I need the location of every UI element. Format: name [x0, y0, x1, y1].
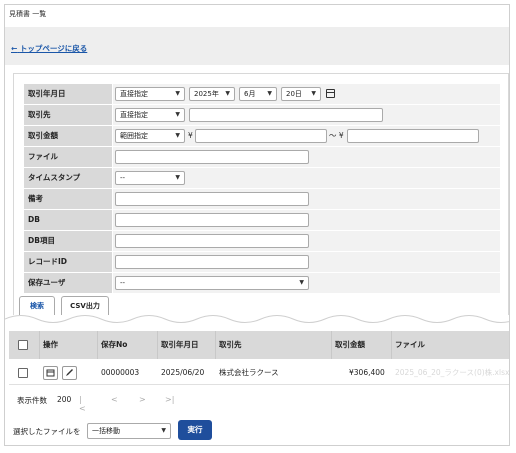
file-input[interactable]	[115, 150, 309, 164]
yen-symbol: ¥	[188, 131, 193, 140]
page-size-value[interactable]: 200	[57, 395, 71, 404]
amount-from-input[interactable]	[195, 129, 327, 143]
form-label: レコードID	[24, 252, 112, 272]
edit-button[interactable]	[62, 366, 77, 380]
caret-down-icon: ▼	[175, 174, 180, 181]
form-row-record-id: レコードID	[24, 252, 500, 272]
view-button[interactable]	[43, 366, 58, 380]
form-label: DB	[24, 210, 112, 230]
user-select[interactable]: -- ▼	[115, 276, 309, 290]
caret-down-icon: ▼	[311, 90, 316, 97]
app-frame: 見積書 一覧 ← トップページに戻る 取引年月日 直接指定 ▼ 2025年 ▼ 6月…	[4, 4, 510, 446]
column-header[interactable]: 取引先	[219, 331, 242, 359]
section-divider	[5, 315, 509, 333]
form-row-partner: 取引先 直接指定 ▼	[24, 105, 500, 125]
caret-down-icon: ▼	[161, 427, 166, 434]
date-mode-select[interactable]: 直接指定 ▼	[115, 87, 185, 101]
month-select[interactable]: 6月 ▼	[239, 87, 277, 101]
tilde-yen: 〜 ¥	[329, 131, 344, 140]
record-id-input[interactable]	[115, 255, 309, 269]
pencil-icon	[66, 369, 73, 376]
bulk-action-label: 選択したファイルを	[13, 427, 81, 436]
column-header[interactable]: ファイル	[395, 331, 425, 359]
form-cell: 範囲指定 ▼ ¥ 〜 ¥	[113, 126, 500, 146]
caret-down-icon: ▼	[175, 132, 180, 139]
caret-down-icon: ▼	[175, 111, 180, 118]
form-label: ファイル	[24, 147, 112, 167]
next-page-button[interactable]: >	[139, 395, 146, 404]
prev-page-button[interactable]: <	[111, 395, 118, 404]
form-cell	[113, 210, 500, 230]
form-row-note: 備考	[24, 189, 500, 209]
form-cell: 直接指定 ▼ 2025年 ▼ 6月 ▼ 20日 ▼	[113, 84, 500, 104]
form-label: 取引金額	[24, 126, 112, 146]
column-header: 操作	[43, 340, 58, 349]
db-input[interactable]	[115, 213, 309, 227]
note-input[interactable]	[115, 192, 309, 206]
form-row-date: 取引年月日 直接指定 ▼ 2025年 ▼ 6月 ▼ 20日 ▼	[24, 84, 500, 104]
back-band: ← トップページに戻る	[5, 27, 509, 65]
calendar-icon	[46, 369, 55, 377]
select-all-checkbox[interactable]	[18, 340, 28, 350]
form-row-timestamp: タイムスタンプ -- ▼	[24, 168, 500, 188]
arrow-left-icon: ←	[11, 44, 18, 53]
form-cell: -- ▼	[113, 273, 500, 293]
form-cell	[113, 231, 500, 251]
search-form: 取引年月日 直接指定 ▼ 2025年 ▼ 6月 ▼ 20日 ▼ 取引先 直接指定 ▼ 取引…	[13, 73, 509, 315]
form-cell: -- ▼	[113, 168, 500, 188]
row-checkbox[interactable]	[18, 368, 28, 378]
form-row-user: 保存ユーザ -- ▼	[24, 273, 500, 293]
form-label: DB項目	[24, 231, 112, 251]
form-label: 備考	[24, 189, 112, 209]
back-to-top-link[interactable]: ← トップページに戻る	[11, 43, 87, 54]
bulk-action-select[interactable]: 一括移動 ▼	[87, 423, 171, 439]
column-header[interactable]: 取引年月日	[161, 331, 199, 359]
run-button[interactable]: 実行	[178, 420, 212, 440]
caret-down-icon: ▼	[225, 90, 230, 97]
form-label: 取引年月日	[24, 84, 112, 104]
page-title: 見積書 一覧	[9, 10, 47, 18]
caret-down-icon: ▼	[175, 90, 180, 97]
amount-to-input[interactable]	[347, 129, 479, 143]
form-row-db: DB	[24, 210, 500, 230]
amount-cell: ¥306,400	[349, 368, 385, 377]
table-row: 00000003 2025/06/20 株式会社ラクース ¥306,400 20…	[9, 361, 509, 385]
column-header[interactable]: 取引金額	[335, 331, 365, 359]
date-cell: 2025/06/20	[161, 368, 205, 377]
form-cell	[113, 252, 500, 272]
column-header[interactable]: 保存No	[101, 331, 127, 359]
partner-mode-select[interactable]: 直接指定 ▼	[115, 108, 185, 122]
db-field-input[interactable]	[115, 234, 309, 248]
form-label: タイムスタンプ	[24, 168, 112, 188]
caret-down-icon: ▼	[267, 90, 272, 97]
calendar-icon[interactable]	[326, 89, 335, 98]
save-no-cell: 00000003	[101, 368, 140, 377]
page-size-label: 表示件数	[17, 396, 47, 405]
form-cell	[113, 189, 500, 209]
form-cell: 直接指定 ▼	[113, 105, 500, 125]
year-select[interactable]: 2025年 ▼	[189, 87, 235, 101]
form-label: 取引先	[24, 105, 112, 125]
file-cell[interactable]: 2025_06_20_ラクース(0)株.xlsx	[395, 361, 509, 385]
form-row-file: ファイル	[24, 147, 500, 167]
timestamp-select[interactable]: -- ▼	[115, 171, 185, 185]
partner-input[interactable]	[189, 108, 383, 122]
form-cell	[113, 147, 500, 167]
first-page-button[interactable]: |<	[79, 395, 86, 413]
partner-cell: 株式会社ラクース	[219, 368, 279, 377]
amount-mode-select[interactable]: 範囲指定 ▼	[115, 129, 185, 143]
day-select[interactable]: 20日 ▼	[281, 87, 321, 101]
form-row-amount: 取引金額 範囲指定 ▼ ¥ 〜 ¥	[24, 126, 500, 146]
last-page-button[interactable]: >|	[165, 395, 174, 404]
form-row-db-field: DB項目	[24, 231, 500, 251]
caret-down-icon: ▼	[299, 279, 304, 286]
form-label: 保存ユーザ	[24, 273, 112, 293]
table-header: 操作 保存No 取引年月日 取引先 取引金額 ファイル	[9, 331, 509, 359]
